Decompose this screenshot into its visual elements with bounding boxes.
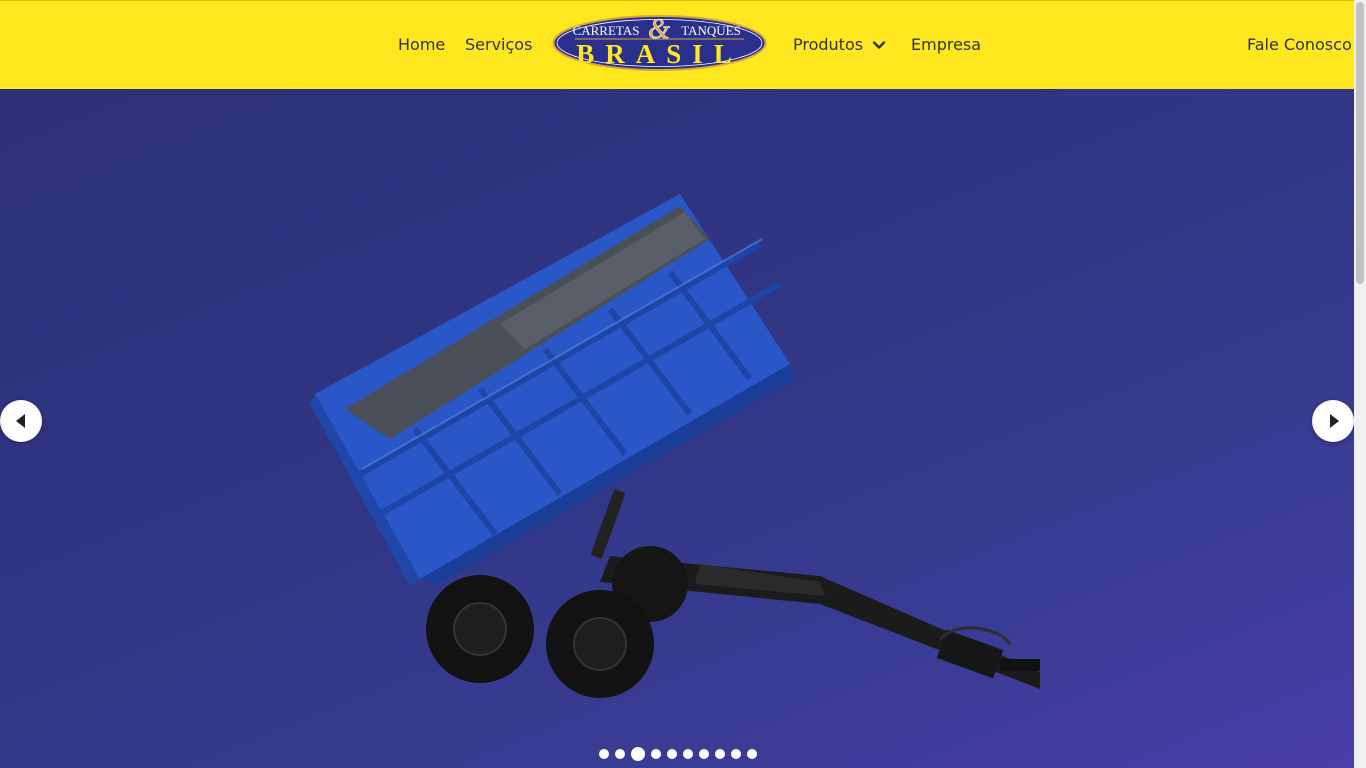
nav-produtos[interactable]: Produtos (793, 35, 886, 55)
scrollbar-thumb[interactable] (1356, 2, 1364, 284)
hero-slider (0, 89, 1354, 768)
slider-dot[interactable] (699, 749, 709, 759)
slider-dot[interactable] (731, 749, 741, 759)
logo[interactable]: CARRETAS & TANQUES BRASIL (551, 14, 768, 72)
slider-dot[interactable] (747, 749, 757, 759)
slider-dot[interactable] (667, 749, 677, 759)
slider-dot[interactable] (615, 749, 625, 759)
slider-dot[interactable] (631, 747, 645, 761)
caret-right-icon (1329, 414, 1339, 428)
slider-dot[interactable] (651, 749, 661, 759)
logo-tanques-text: TANQUES (681, 23, 741, 38)
slider-next-button[interactable] (1312, 400, 1354, 442)
slider-dot[interactable] (715, 749, 725, 759)
slider-pagination (599, 747, 757, 761)
slider-prev-button[interactable] (0, 400, 42, 442)
slider-dot[interactable] (683, 749, 693, 759)
nav-servicos[interactable]: Serviços (465, 35, 532, 55)
logo-brasil-text: BRASIL (576, 39, 743, 69)
caret-left-icon (15, 414, 25, 428)
slider-dot[interactable] (599, 749, 609, 759)
site-header: Home Serviços CARRETAS & TANQUES BRASIL … (0, 0, 1354, 89)
nav-empresa[interactable]: Empresa (911, 35, 981, 55)
chevron-down-icon (872, 41, 886, 49)
trailer-image (310, 194, 1040, 698)
nav-fale-conosco[interactable]: Fale Conosco (1247, 35, 1352, 55)
nav-produtos-label: Produtos (793, 35, 864, 54)
page-scrollbar[interactable] (1354, 0, 1366, 768)
nav-home[interactable]: Home (398, 35, 445, 55)
logo-carretas-text: CARRETAS (573, 23, 640, 38)
